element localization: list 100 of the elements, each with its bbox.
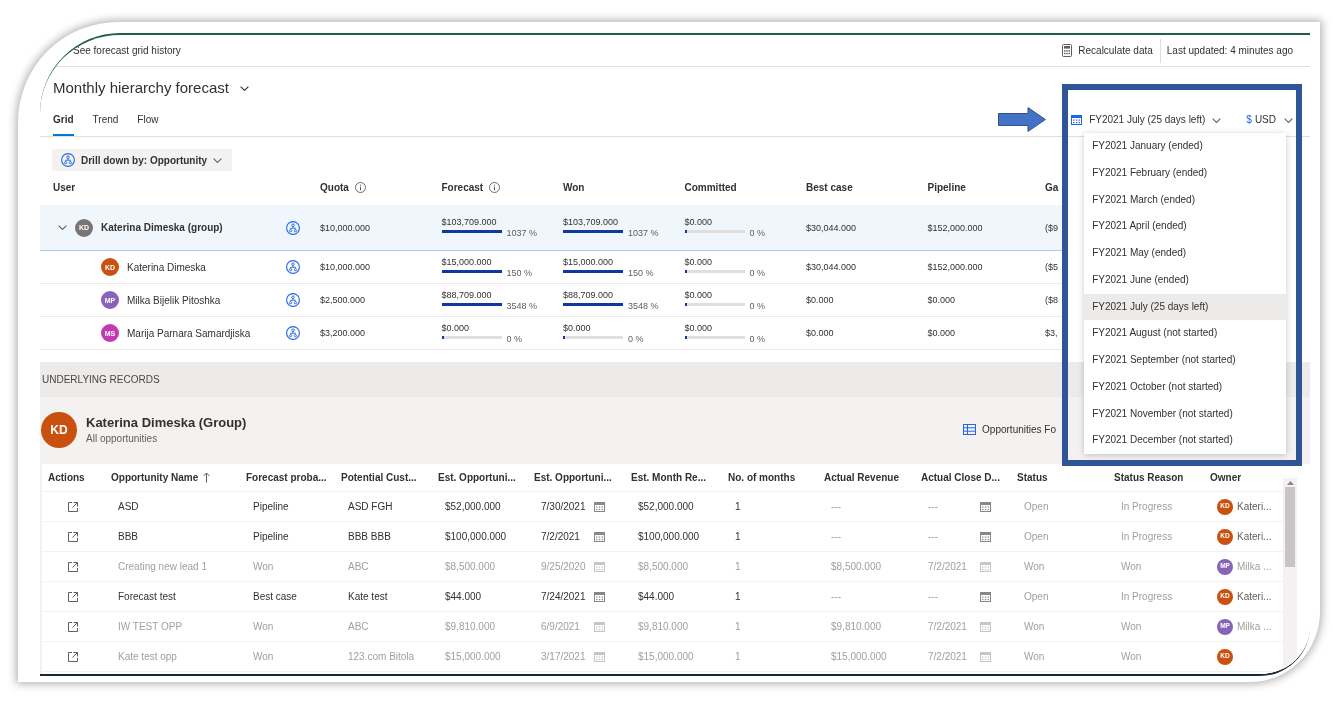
table-cell-text: --- xyxy=(830,500,842,514)
hierarchy-icon[interactable] xyxy=(286,260,300,274)
menu-item[interactable]: FY2021 April (ended) xyxy=(1084,213,1287,240)
owner-name[interactable]: Kateri... xyxy=(1237,531,1272,542)
hierarchy-icon[interactable] xyxy=(286,293,300,307)
menu-item[interactable]: FY2021 September (not started) xyxy=(1084,347,1287,374)
column-header: Committed xyxy=(684,181,737,193)
menu-item[interactable]: FY2021 June (ended) xyxy=(1084,266,1287,294)
column-header: Pipeline xyxy=(927,181,966,193)
column-header[interactable]: Forecast proba... xyxy=(240,464,335,491)
table-cell-text: $0.000 xyxy=(926,295,957,305)
title-dropdown[interactable]: Monthly hierarchy forecast xyxy=(53,79,249,97)
recalculate-button[interactable]: Recalculate data xyxy=(1062,44,1160,57)
table-cell-text: Won xyxy=(1023,560,1046,574)
hierarchy-icon[interactable] xyxy=(286,326,300,340)
table-cell-text: BBB xyxy=(117,530,139,544)
percent-value: 3548 % xyxy=(628,301,659,311)
column-header[interactable]: Est. Opportuni... xyxy=(432,464,528,491)
tab[interactable]: Flow xyxy=(137,114,159,136)
menu-item[interactable]: FY2021 January (ended) xyxy=(1084,133,1287,160)
column-header[interactable]: Actual Revenue xyxy=(818,464,915,491)
chevron-icon[interactable] xyxy=(58,225,67,230)
calendar-icon[interactable] xyxy=(980,531,991,542)
table-cell-text: Creating new lead 1 xyxy=(117,560,208,574)
calendar-icon[interactable] xyxy=(980,591,991,602)
column-header[interactable]: Actual Close D... xyxy=(915,464,1011,491)
table-cell-text: Best case xyxy=(252,590,298,604)
calendar-icon[interactable] xyxy=(594,501,605,512)
calendar-icon xyxy=(1071,115,1083,125)
scroll-up-icon[interactable] xyxy=(1286,481,1294,485)
column-header[interactable]: Est. Opportuni... xyxy=(528,464,625,491)
date-value: 7/2/2021 xyxy=(928,651,967,662)
amount-value: $0.000 xyxy=(684,256,713,267)
table-cell-text: $44.000 xyxy=(637,590,676,604)
column-header[interactable]: Potential Cust... xyxy=(335,464,432,491)
table-cell-text: $152,000.000 xyxy=(926,222,984,233)
currency-selector[interactable]: $ USD xyxy=(1246,114,1293,126)
tab[interactable]: Grid xyxy=(53,114,74,136)
open-record-icon[interactable] xyxy=(68,531,78,542)
date-value: 3/17/2021 xyxy=(541,651,586,662)
table-cell-text: Open xyxy=(1023,500,1050,514)
info-icon[interactable] xyxy=(489,181,501,193)
menu-item[interactable]: FY2021 May (ended) xyxy=(1084,240,1287,267)
percent-value: 1037 % xyxy=(628,229,659,238)
owner-name[interactable]: Kateri... xyxy=(1237,591,1272,602)
table-cell-text: $3, xyxy=(1044,328,1059,338)
table-cell-text: Won xyxy=(1120,620,1143,634)
column-header[interactable]: Status Reason xyxy=(1108,464,1204,491)
calendar-icon[interactable] xyxy=(980,501,991,512)
date-value: --- xyxy=(928,591,938,602)
chevron-icon xyxy=(1284,117,1293,123)
menu-item[interactable]: FY2021 March (ended) xyxy=(1084,186,1287,214)
view-selector[interactable]: Opportunities Fo xyxy=(963,424,1056,435)
column-header[interactable]: Actions xyxy=(42,464,105,491)
open-record-icon[interactable] xyxy=(68,561,78,572)
table-cell-text: ASD xyxy=(117,500,140,514)
open-record-icon[interactable] xyxy=(68,621,78,632)
table-cell-text: $3,200.000 xyxy=(319,328,367,338)
column-header[interactable]: Status xyxy=(1011,464,1108,491)
menu-item[interactable]: FY2021 November (not started) xyxy=(1084,400,1287,428)
table-cell-text: $30,044.000 xyxy=(805,222,858,233)
table-cell-text: $9,810.000 xyxy=(637,620,690,634)
amount-value: $15,000.000 xyxy=(441,256,492,267)
menu-item[interactable]: FY2021 October (not started) xyxy=(1084,373,1287,401)
amount-value: $0.000 xyxy=(441,322,470,333)
table-cell-text: Open xyxy=(1023,590,1050,604)
open-record-icon[interactable] xyxy=(68,651,78,662)
date-value: 7/2/2021 xyxy=(928,561,967,572)
period-selector[interactable]: FY2021 July (25 days left) xyxy=(1071,114,1222,126)
date-value: 7/24/2021 xyxy=(541,591,586,602)
column-header[interactable]: Opportunity Name xyxy=(105,464,240,491)
hierarchy-icon[interactable] xyxy=(286,220,300,235)
amount-value: $88,709.000 xyxy=(563,289,614,300)
info-icon[interactable] xyxy=(354,181,366,193)
table-cell-text: Won xyxy=(1120,560,1143,574)
table-cell-text: Won xyxy=(1023,620,1046,634)
column-header[interactable]: No. of months xyxy=(722,464,818,491)
table-cell-text: Won xyxy=(1023,650,1046,664)
tab[interactable]: Trend xyxy=(92,114,119,136)
menu-item[interactable]: FY2021 February (ended) xyxy=(1084,159,1287,187)
table-cell-text: Forecast test xyxy=(117,590,177,604)
table-cell-text: Won xyxy=(252,620,275,634)
menu-item[interactable]: FY2021 July (25 days left) xyxy=(1084,293,1287,321)
column-header[interactable]: Est. Month Re... xyxy=(625,464,722,491)
owner-name[interactable]: Kateri... xyxy=(1237,501,1272,512)
column-header[interactable]: Owner xyxy=(1204,464,1283,491)
calendar-icon[interactable] xyxy=(594,531,605,542)
table-cell-text: In Progress xyxy=(1120,590,1174,604)
menu-item[interactable]: FY2021 August (not started) xyxy=(1084,320,1287,347)
date-value: --- xyxy=(928,531,938,542)
calendar-icon[interactable] xyxy=(594,591,605,602)
menu-item[interactable]: FY2021 December (not started) xyxy=(1084,427,1287,454)
drill-down-button[interactable]: Drill down by: Opportunity xyxy=(52,149,233,171)
open-record-icon[interactable] xyxy=(68,501,78,512)
date-value: 7/2/2021 xyxy=(541,531,580,542)
section-heading: UNDERLYING RECORDS xyxy=(42,374,160,385)
scrollbar-thumb[interactable] xyxy=(1285,487,1295,567)
open-record-icon[interactable] xyxy=(68,591,78,602)
table-cell-text: $8,500.000 xyxy=(444,560,497,574)
date-value: 7/2/2021 xyxy=(928,621,967,632)
